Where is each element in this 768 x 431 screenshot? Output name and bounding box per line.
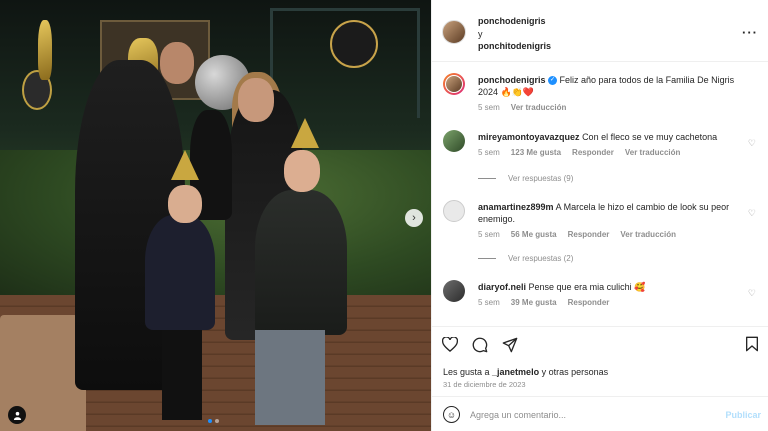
comment-body: mireyamontoyavazquez Con el fleco se ve … — [478, 131, 748, 159]
share-icon[interactable] — [502, 337, 518, 357]
view-replies[interactable]: Ver respuestas (9) — [478, 174, 573, 183]
comment-avatar[interactable] — [443, 200, 465, 222]
bookmark-icon[interactable] — [745, 336, 759, 356]
comment-username[interactable]: mireyamontoyavazquez — [478, 132, 580, 142]
boy-figure — [255, 190, 347, 335]
likes-suffix: y otras personas — [539, 367, 609, 377]
post-date[interactable]: 31 de diciembre de 2023 — [443, 380, 526, 389]
reply-button[interactable]: Responder — [568, 297, 610, 309]
post-header: ponchodenigris y ponchitodenigris ··· — [432, 0, 768, 62]
party-hat — [171, 150, 199, 180]
comment-avatar[interactable] — [443, 280, 465, 302]
heart-icon[interactable] — [441, 336, 459, 357]
comment-heart-icon[interactable]: ♡ — [748, 208, 756, 219]
comment-time[interactable]: 5 sem — [478, 297, 500, 309]
comment-body: diaryof.neli Pense que era mia culichi 🥰… — [478, 281, 748, 309]
comment-text: Con el fleco se ve muy cachetona — [582, 132, 718, 142]
comment-body: anamartinez899m A Marcela le hizo el cam… — [478, 201, 748, 241]
emoji-icon[interactable]: ☺ — [443, 406, 460, 423]
man-head — [160, 42, 194, 84]
party-hat-boy — [291, 118, 319, 148]
publish-button[interactable]: Publicar — [725, 410, 761, 420]
carousel-dot — [215, 419, 219, 423]
comment-avatar[interactable] — [443, 130, 465, 152]
carousel-dot-active — [208, 419, 212, 423]
caption-translate[interactable]: Ver traducción — [511, 102, 567, 114]
reply-button[interactable]: Responder — [572, 147, 614, 159]
replies-line — [478, 178, 496, 179]
post-authors: ponchodenigris y ponchitodenigris — [478, 15, 551, 53]
add-comment-bar: ☺ Publicar — [432, 396, 768, 431]
comment-username[interactable]: anamartinez899m — [478, 202, 554, 212]
translate-button[interactable]: Ver traducción — [625, 147, 681, 159]
view-replies-label[interactable]: Ver respuestas (9) — [508, 174, 573, 183]
girl-legs — [162, 330, 202, 420]
comment-meta: 5 sem 56 Me gusta Responder Ver traducci… — [478, 229, 748, 241]
comment-username[interactable]: diaryof.neli — [478, 282, 526, 292]
boy-legs — [255, 330, 325, 425]
collaborator-link[interactable]: ponchitodenigris — [478, 40, 551, 53]
comment-heart-icon[interactable]: ♡ — [748, 288, 756, 299]
caption-meta: 5 sem Ver traducción — [478, 102, 748, 114]
chevron-right-icon[interactable]: › — [405, 209, 423, 227]
post-actions: Les gusta a _janetmelo y otras personas … — [432, 326, 768, 396]
likes-prefix: Les gusta a — [443, 367, 493, 377]
girl-figure — [145, 215, 215, 330]
comment-likes[interactable]: 39 Me gusta — [511, 297, 557, 309]
girl-head — [168, 185, 202, 223]
comment-likes[interactable]: 56 Me gusta — [511, 229, 557, 241]
replies-line — [478, 258, 496, 259]
author-connector: y — [478, 28, 483, 39]
gold-balloon-left — [38, 20, 52, 80]
comment-meta: 5 sem 39 Me gusta Responder — [478, 297, 748, 309]
view-replies-label[interactable]: Ver respuestas (2) — [508, 254, 573, 263]
comment-input[interactable] — [470, 405, 700, 424]
comment-time[interactable]: 5 sem — [478, 147, 500, 159]
comment-text: Pense que era mia culichi 🥰 — [528, 282, 646, 292]
post-sidebar: ponchodenigris y ponchitodenigris ··· po… — [431, 0, 768, 431]
post-photo[interactable]: › — [0, 0, 431, 431]
author-link[interactable]: ponchodenigris — [478, 15, 551, 28]
carousel-dots — [208, 419, 219, 423]
reply-button[interactable]: Responder — [568, 229, 610, 241]
caption-username[interactable]: ponchodenigris — [478, 75, 546, 85]
likes-user[interactable]: _janetmelo — [492, 367, 539, 377]
black-balloon — [330, 20, 378, 68]
caption-body: ponchodenigris ✓ Feliz año para todos de… — [478, 74, 748, 114]
caption-avatar[interactable] — [443, 73, 465, 95]
comment-meta: 5 sem 123 Me gusta Responder Ver traducc… — [478, 147, 748, 159]
action-icons — [441, 336, 518, 357]
more-horizontal-icon[interactable]: ··· — [742, 25, 758, 40]
avatar[interactable] — [442, 20, 466, 44]
likes-summary[interactable]: Les gusta a _janetmelo y otras personas — [443, 367, 608, 377]
boy-head — [284, 150, 320, 192]
comment-heart-icon[interactable]: ♡ — [748, 138, 756, 149]
view-replies[interactable]: Ver respuestas (2) — [478, 254, 573, 263]
woman-head — [238, 78, 274, 122]
caption-time[interactable]: 5 sem — [478, 102, 500, 114]
translate-button[interactable]: Ver traducción — [620, 229, 676, 241]
comment-time[interactable]: 5 sem — [478, 229, 500, 241]
comment-likes[interactable]: 123 Me gusta — [511, 147, 561, 159]
comment-icon[interactable] — [472, 337, 488, 357]
verified-badge-icon: ✓ — [548, 76, 558, 86]
user-tag-icon[interactable] — [8, 406, 26, 424]
comments-list: ponchodenigris ✓ Feliz año para todos de… — [432, 62, 768, 326]
